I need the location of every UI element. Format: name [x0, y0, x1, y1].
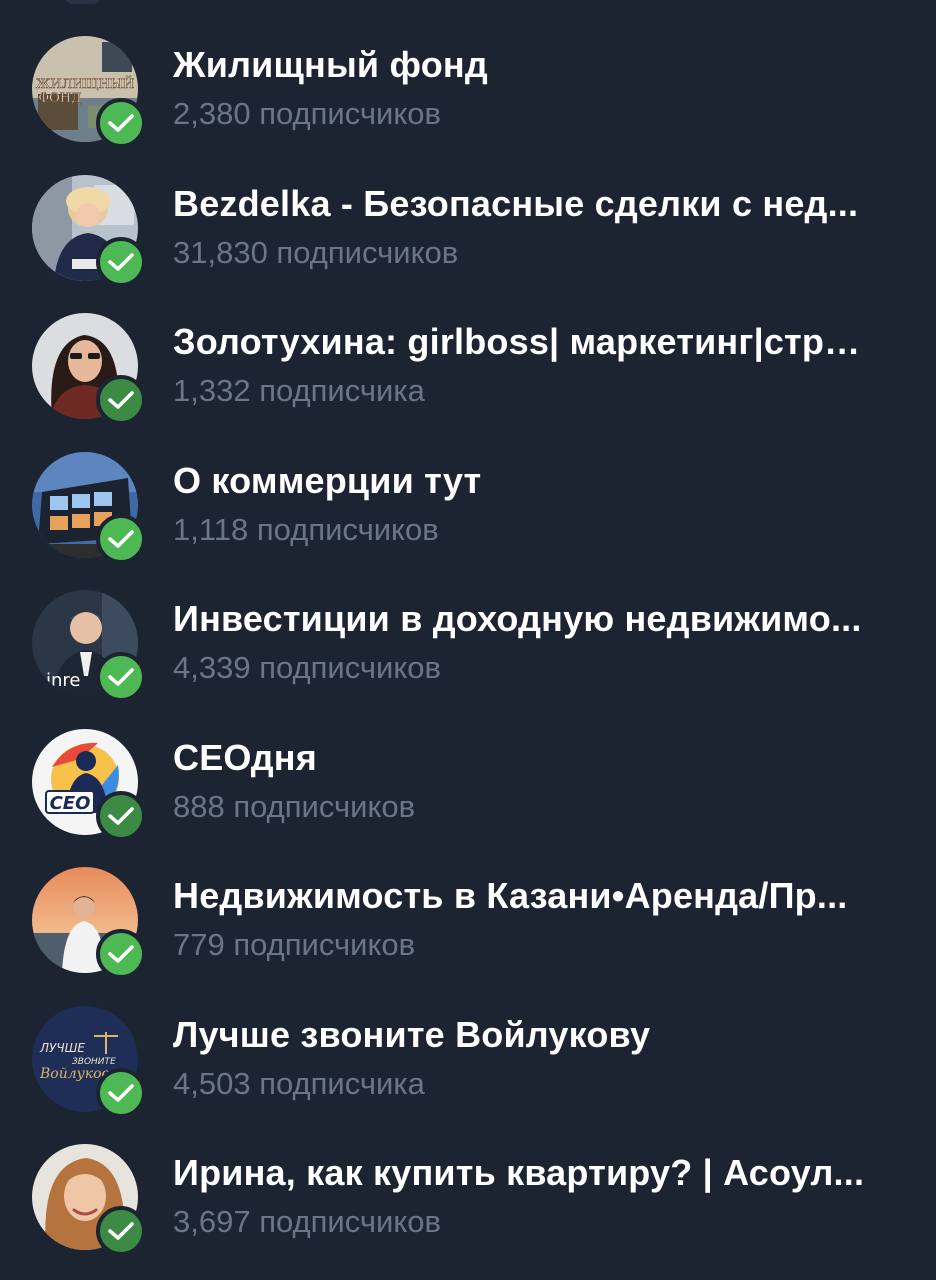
channel-title: О коммерции тут: [173, 459, 482, 501]
channel-row[interactable]: Bezdelka - Безопасные сделки с нед... 31…: [0, 155, 936, 294]
channel-title: Bezdelka - Безопасные сделки с нед...: [173, 182, 859, 224]
channel-title: Лучше звоните Войлукову: [173, 1013, 651, 1055]
channel-row[interactable]: Недвижимость в Казани•Аренда/Пр... 779 п…: [0, 847, 936, 986]
channel-list: ЖИЛИЩНЫЙ ФОНД Жилищный фонд 2,380 подпис…: [0, 16, 936, 1263]
channel-row[interactable]: ЛУЧШЕ ЗВОНИТЕ Войлукову Лучше звоните Во…: [0, 986, 936, 1125]
verified-check-icon: [96, 1067, 146, 1118]
subscriber-count: 1,118 подписчиков: [173, 511, 439, 547]
svg-text:ЖИЛИЩНЫЙ: ЖИЛИЩНЫЙ: [36, 75, 134, 92]
subscriber-count: 4,339 подписчиков: [173, 650, 441, 685]
channel-row[interactable]: Золотухина: girlboss| маркетинг|стра... …: [0, 293, 936, 432]
verified-check-icon: [96, 375, 146, 425]
svg-text:ФОНД: ФОНД: [38, 91, 81, 106]
channel-row[interactable]: О коммерции тут 1,118 подписчиков: [0, 432, 936, 571]
subscriber-count: 31,830 подписчиков: [173, 234, 459, 270]
channel-title: Недвижимость в Казани•Аренда/Пр...: [173, 875, 848, 916]
channel-title: Жилищный фонд: [173, 44, 488, 85]
channel-row[interactable]: ЖИЛИЩНЫЙ ФОНД Жилищный фонд 2,380 подпис…: [0, 16, 936, 155]
svg-text:CEO: CEO: [50, 793, 91, 814]
verified-check-icon: [96, 98, 146, 148]
verified-check-icon: [96, 1206, 146, 1256]
verified-check-icon: [96, 790, 146, 841]
channel-title: Инвестиции в доходную недвижимо...: [173, 598, 862, 639]
subscriber-count: 3,697 подписчиков: [173, 1204, 441, 1239]
channel-title: Золотухина: girlboss| маркетинг|стра...: [173, 321, 873, 362]
channel-row[interactable]: inre Инвестиции в доходную недвижимо... …: [0, 570, 936, 709]
verified-check-icon: [96, 929, 146, 979]
channel-title: Ирина, как купить квартиру? | Асоул...: [173, 1152, 865, 1193]
verified-check-icon: [96, 652, 146, 702]
channel-row[interactable]: Ирина, как купить квартиру? | Асоул... 3…: [0, 1124, 936, 1263]
subscriber-count: 4,503 подписчика: [173, 1065, 425, 1101]
verified-check-icon: [96, 513, 146, 564]
subscriber-count: 2,380 подписчиков: [173, 96, 441, 131]
svg-text:inre: inre: [46, 670, 81, 691]
subscriber-count: 779 подписчиков: [173, 927, 416, 962]
subscriber-count: 888 подписчиков: [173, 788, 416, 824]
subscriber-count: 1,332 подписчика: [173, 373, 425, 408]
verified-check-icon: [96, 236, 146, 287]
channel-row[interactable]: CEO СЕОдня 888 подписчиков: [0, 709, 936, 848]
channel-title: СЕОдня: [173, 736, 317, 778]
previous-avatar-edge: [65, 0, 101, 4]
svg-text:ЛУЧШЕ: ЛУЧШЕ: [39, 1041, 85, 1055]
